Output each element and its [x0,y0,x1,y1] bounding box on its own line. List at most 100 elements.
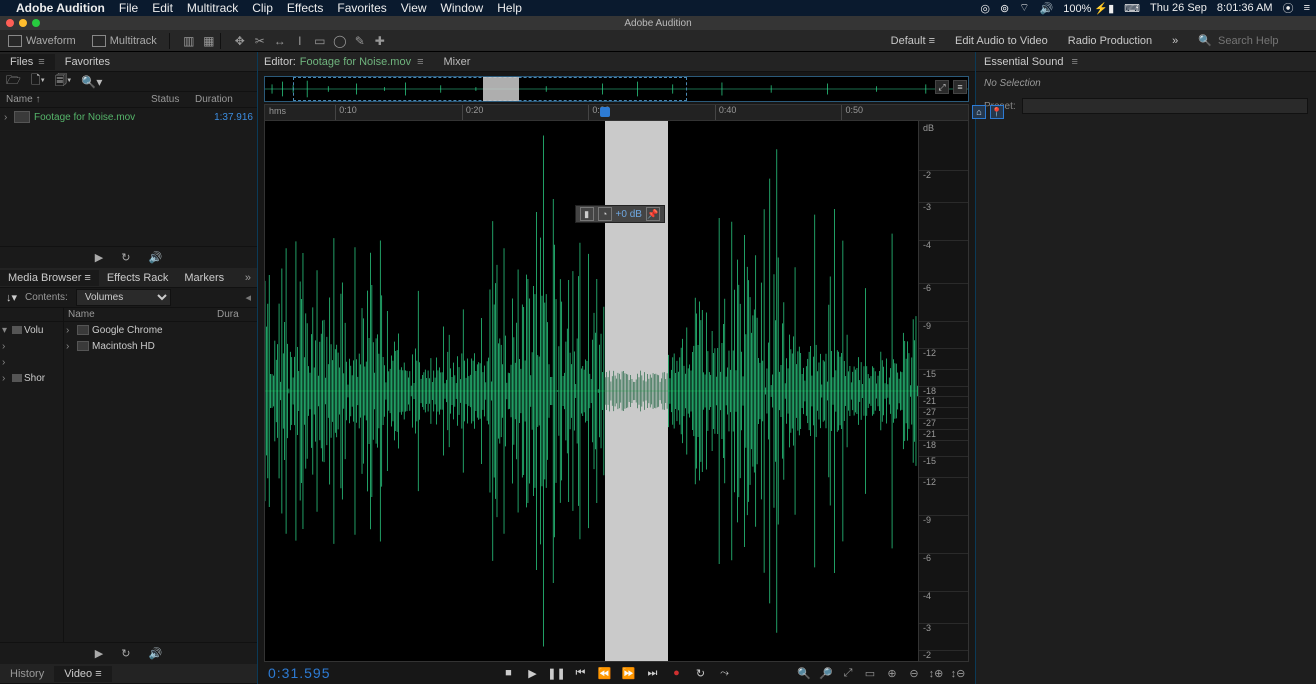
panel-menu-icon[interactable]: ≡ [1072,56,1078,68]
stop-button[interactable]: ■ [502,666,516,680]
overview-navigator[interactable] [264,76,969,102]
filter-icon[interactable]: ◂ [245,291,251,304]
preview-loop-button[interactable]: ↻ [121,647,130,660]
menu-favorites[interactable]: Favorites [337,1,386,15]
workspace-default[interactable]: Default ≡ [891,35,935,47]
skip-selection-button[interactable]: ⤳ [718,666,732,680]
menu-effects[interactable]: Effects [287,1,323,15]
time-selection-tool[interactable]: I [293,34,307,48]
list-item[interactable]: ›Google Chrome [64,322,257,338]
time-ruler[interactable]: hms 0:10 0:20 0:30 0:40 0:50 ⌂📍 [264,104,969,120]
tab-files[interactable]: Files ≡ [0,54,55,70]
heal-tool[interactable]: ✚ [373,34,387,48]
hud-bars-icon[interactable]: ▮ [580,207,594,221]
timecode-display[interactable]: 0:31.595 [268,665,331,681]
menu-file[interactable]: File [119,1,138,15]
panel-overflow[interactable]: » [239,272,257,284]
gain-hud[interactable]: ▮ ◔ +0 dB 📌 [575,205,665,223]
play-button[interactable]: ▶ [526,666,540,680]
col-status[interactable]: Status [151,94,195,105]
move-tool[interactable]: ✥ [233,34,247,48]
menu-multitrack[interactable]: Multitrack [187,1,238,15]
hud-gain-value[interactable]: +0 dB [616,209,642,220]
tab-mixer[interactable]: Mixer [444,56,471,68]
tree-row[interactable]: ›Shor [0,370,63,386]
zoom-selection[interactable]: ▭ [863,666,877,680]
loop-button[interactable]: ↻ [694,666,708,680]
panel-menu-icon[interactable]: ≡ [95,668,101,680]
col-name[interactable]: Name ↑ [6,94,151,105]
window-minimize-button[interactable] [19,19,27,27]
preview-play-button[interactable]: ▶ [95,647,103,660]
search-input[interactable] [1218,35,1308,47]
forward-end-button[interactable]: ⏭ [646,666,660,680]
record-button[interactable]: ● [670,666,684,680]
app-name[interactable]: Adobe Audition [16,1,105,15]
workspace-radio-production[interactable]: Radio Production [1068,35,1152,47]
files-column-headers[interactable]: Name ↑ Status Duration [0,92,257,108]
open-file-button[interactable]: 🗁 [6,71,21,92]
status-record-icon[interactable]: ◎ [980,2,990,15]
search-files-button[interactable]: 🔍▾ [81,75,102,89]
zoom-out-amp[interactable]: ↕⊖ [951,666,965,680]
slip-tool[interactable]: ↔ [273,34,287,48]
expand-icon[interactable]: › [4,112,14,123]
rewind-button[interactable]: ⏪ [598,666,612,680]
marquee-tool[interactable]: ▭ [313,34,327,48]
view-multitrack-button[interactable]: Multitrack [84,33,165,49]
menu-window[interactable]: Window [441,1,484,15]
status-time[interactable]: 8:01:36 AM [1217,2,1273,14]
col-duration[interactable]: Duration [195,94,251,105]
zoom-out-time[interactable]: 🔎 [819,666,833,680]
contents-dropdown[interactable]: Volumes [76,289,171,306]
workspace-more[interactable]: » [1172,35,1178,47]
menu-clip[interactable]: Clip [252,1,273,15]
snap-toggle[interactable]: ⌂ [972,105,986,119]
status-notifications-icon[interactable]: ≡ [1304,2,1310,14]
col-dura[interactable]: Dura [217,309,253,320]
forward-button[interactable]: ⏩ [622,666,636,680]
tab-video[interactable]: Video ≡ [54,666,111,682]
tab-favorites[interactable]: Favorites [55,54,120,70]
status-date[interactable]: Thu 26 Sep [1150,2,1207,14]
zoom-in-time[interactable]: 🔍 [797,666,811,680]
tree-row[interactable]: › [0,354,63,370]
zoom-full[interactable]: ⤢ [841,666,855,680]
zoom-out-point[interactable]: ⊖ [907,666,921,680]
menu-help[interactable]: Help [497,1,522,15]
preset-dropdown[interactable] [1022,98,1308,114]
view-waveform-button[interactable]: Waveform [0,33,84,49]
pin-toggle[interactable]: 📍 [990,105,1004,119]
tab-markers[interactable]: Markers [176,270,232,286]
waveform-display[interactable]: ▮ ◔ +0 dB 📌 dB -2-3-4-6-9-12-15-18-21-27… [264,120,969,662]
preview-autoplay-button[interactable]: 🔊 [148,647,162,660]
tree-row[interactable]: › [0,338,63,354]
navigator-settings-icon[interactable]: ≡ [953,80,967,94]
hud-clock-icon[interactable]: ◔ [598,207,612,221]
tab-history[interactable]: History [0,666,54,682]
tab-media-browser[interactable]: Media Browser ≡ [0,270,99,286]
workspace-edit-audio-video[interactable]: Edit Audio to Video [955,35,1048,47]
zoom-navigator-icon[interactable]: ⤢ [935,80,949,94]
razor-tool[interactable]: ✂ [253,34,267,48]
hud-pin-icon[interactable]: 📌 [646,207,660,221]
overview-selection[interactable] [483,77,518,101]
panel-menu-icon[interactable]: ≡ [84,272,90,284]
import-button[interactable]: 🗐▾ [55,71,71,92]
window-zoom-button[interactable] [32,19,40,27]
brush-tool[interactable]: ✎ [353,34,367,48]
zoom-in-amp[interactable]: ↕⊕ [929,666,943,680]
zoom-in-point[interactable]: ⊕ [885,666,899,680]
file-row[interactable]: › Footage for Noise.mov 1:37.916 [0,108,257,126]
rewind-start-button[interactable]: ⏮ [574,666,588,680]
panel-menu-icon[interactable]: ≡ [38,56,44,68]
playhead[interactable] [600,107,610,117]
new-file-button[interactable]: 🗋▾ [31,71,45,92]
preview-play-button[interactable]: ▶ [95,251,103,264]
spectral-pitch-toggle[interactable]: ▦ [202,34,216,48]
lasso-tool[interactable]: ◯ [333,34,347,48]
preview-autoplay-button[interactable]: 🔊 [148,251,162,264]
status-battery[interactable]: 100% ⚡▮ [1063,2,1114,15]
list-item[interactable]: ›Macintosh HD [64,338,257,354]
menu-view[interactable]: View [401,1,427,15]
